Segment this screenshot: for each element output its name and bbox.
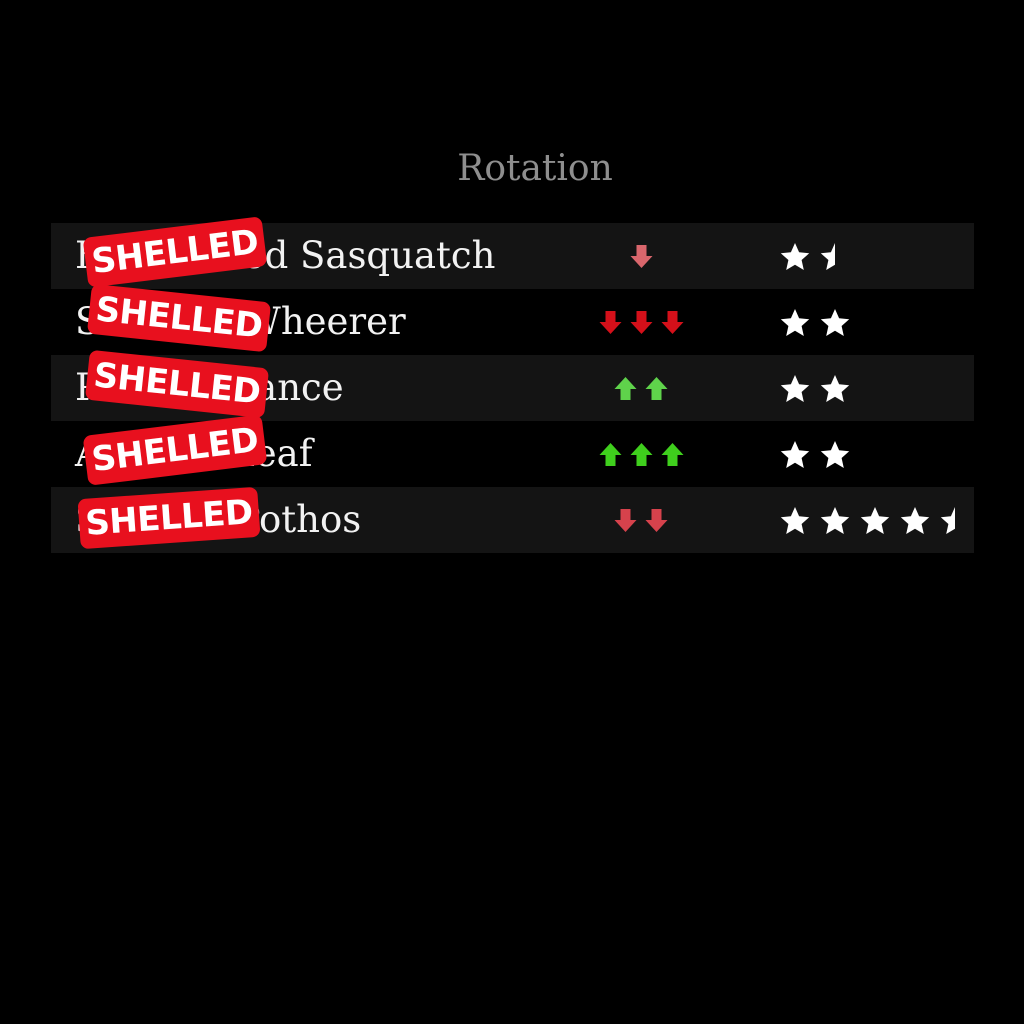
- star-icon: [820, 309, 850, 336]
- up-arrow-icon: [645, 376, 668, 400]
- star-icon: [780, 243, 810, 270]
- down-arrow-icon: [661, 310, 683, 334]
- trend-indicator: [591, 439, 691, 469]
- down-arrow-icon: [645, 508, 668, 532]
- up-arrow-icon: [614, 376, 637, 400]
- down-arrow-icon: [599, 310, 621, 334]
- trend-indicator: [591, 307, 691, 337]
- star-icon: [860, 507, 890, 534]
- star-rating: [779, 241, 851, 273]
- section-title: Rotation: [457, 148, 613, 189]
- star-rating: [779, 505, 971, 537]
- star-icon: [780, 507, 810, 534]
- table-row[interactable]: Almond Leaf SHELLED: [51, 414, 974, 487]
- star-icon: [820, 441, 850, 468]
- star-icon: [780, 441, 810, 468]
- up-arrow-icon: [599, 442, 621, 466]
- trend-indicator: [591, 505, 691, 535]
- star-icon: [900, 507, 930, 534]
- star-icon: [780, 375, 810, 402]
- table-row[interactable]: Shadow Pothos SHELLED: [51, 486, 974, 553]
- down-arrow-icon: [614, 508, 637, 532]
- up-arrow-icon: [630, 442, 652, 466]
- shelled-stamp: SHELLED: [82, 216, 268, 288]
- trend-indicator: [591, 373, 691, 403]
- star-icon: [820, 507, 850, 534]
- star-rating: [779, 439, 851, 471]
- half-star-icon: [940, 507, 955, 534]
- rotation-table: Bewildered Sasquatch SHELLED Scentful Wh…: [51, 216, 974, 553]
- half-star-icon: [820, 243, 835, 270]
- down-arrow-icon: [630, 244, 652, 268]
- trend-indicator: [591, 241, 691, 271]
- star-rating: [779, 307, 851, 339]
- star-icon: [820, 375, 850, 402]
- star-icon: [780, 309, 810, 336]
- table-row[interactable]: Purse Balance SHELLED: [51, 349, 974, 421]
- star-rating: [779, 373, 851, 405]
- table-row[interactable]: Scentful Wheerer SHELLED: [51, 283, 974, 355]
- table-row[interactable]: Bewildered Sasquatch SHELLED: [51, 216, 974, 289]
- shelled-stamp: SHELLED: [82, 414, 268, 486]
- down-arrow-icon: [630, 310, 652, 334]
- up-arrow-icon: [661, 442, 683, 466]
